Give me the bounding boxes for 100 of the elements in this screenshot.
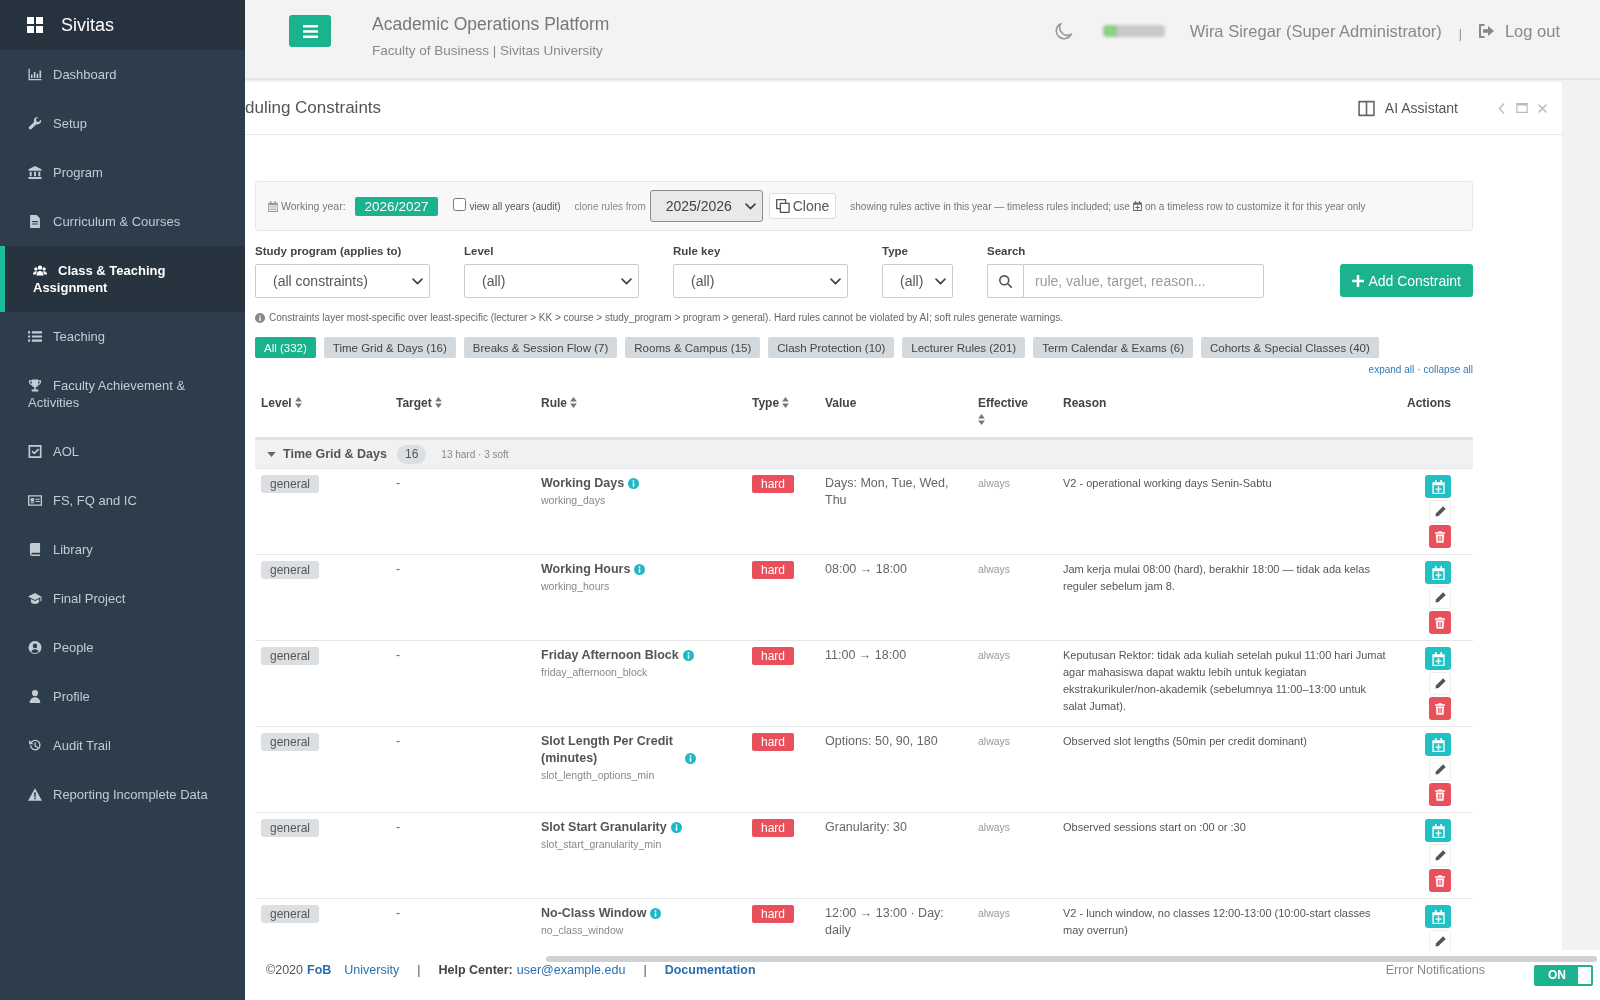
check-square-icon — [28, 445, 42, 458]
edit-button[interactable] — [1429, 930, 1451, 950]
warning-icon — [28, 788, 42, 801]
category-filter-tab[interactable]: Term Calendar & Exams (6) — [1033, 337, 1193, 358]
trash-icon — [1435, 530, 1445, 543]
rule-key: slot_length_options_min — [541, 768, 655, 783]
chevron-down-icon — [744, 202, 756, 210]
effective-text: always — [978, 648, 1011, 663]
calendar-plus-icon — [1132, 201, 1142, 211]
target-text: - — [396, 562, 401, 576]
target-text: - — [396, 476, 401, 490]
delete-button[interactable] — [1429, 783, 1451, 806]
type-tag: hard — [752, 905, 795, 923]
book-icon — [28, 543, 42, 556]
value-text: Options: 50, 90, 180 — [825, 733, 938, 750]
faculty-subtitle: Faculty of Business | Sivitas University — [372, 42, 604, 60]
edit-button[interactable] — [1429, 500, 1451, 523]
separator-text: · — [1417, 364, 1421, 375]
calendar-plus-icon — [1431, 651, 1445, 666]
search-field[interactable]: rule, value, target, reason... — [1023, 264, 1264, 298]
edit-button[interactable] — [1429, 586, 1451, 609]
sidebar-item[interactable]: Setup — [0, 99, 245, 148]
filter-label: Study program (applies to) — [255, 245, 403, 257]
type-tag: hard — [752, 561, 795, 579]
sidebar-item[interactable]: Final Project — [0, 574, 245, 623]
checkbox-label: view all years (audit) — [469, 200, 561, 212]
menu-button[interactable] — [289, 15, 331, 47]
sort-icon — [570, 397, 578, 408]
sidebar-item[interactable]: Reporting Incomplete Data — [0, 770, 245, 819]
pencil-icon — [1434, 678, 1446, 689]
category-filter-tab[interactable]: Clash Protection (10) — [768, 337, 895, 358]
sort-icon — [435, 397, 443, 408]
search-icon — [999, 274, 1012, 288]
edit-button[interactable] — [1429, 844, 1451, 867]
separator-text: | — [1458, 25, 1462, 41]
delete-button[interactable] — [1429, 611, 1451, 634]
users-icon — [33, 264, 47, 277]
delete-button[interactable] — [1429, 697, 1451, 720]
group-header-row[interactable]: Time Grid & Days 16 13 hard · 3 soft — [255, 438, 1473, 469]
sidebar-item[interactable]: Faculty Achievement & Activities — [0, 361, 245, 427]
delete-button[interactable] — [1429, 525, 1451, 548]
sidebar-item[interactable]: AOL — [0, 427, 245, 476]
ai-assistant-button[interactable]: AI Assistant — [1357, 99, 1458, 117]
rule-name: No-Class Window — [541, 905, 647, 922]
horizontal-scrollbar[interactable] — [546, 956, 1597, 962]
column-header[interactable]: Rule — [541, 396, 578, 410]
sidebar-item[interactable]: Class & Teaching Assignment — [0, 246, 245, 312]
filter-select[interactable]: (all) — [464, 264, 639, 298]
rule-key: friday_afternoon_block — [541, 665, 648, 680]
trash-icon — [1435, 616, 1445, 629]
checkbox[interactable] — [453, 197, 467, 211]
category-filter-tab[interactable]: Time Grid & Days (16) — [323, 337, 456, 358]
chevron-left-icon[interactable] — [1498, 102, 1505, 114]
working-year-tag: 2026/2027 — [354, 196, 439, 216]
edit-button[interactable] — [1429, 758, 1451, 781]
category-filter-tab[interactable]: Cohorts & Special Classes (40) — [1201, 337, 1379, 358]
sidebar-item[interactable]: Program — [0, 148, 245, 197]
filter-select[interactable]: (all constraints) — [255, 264, 430, 298]
year-select[interactable]: 2025/2026 — [649, 190, 763, 222]
column-header[interactable]: Level — [261, 396, 303, 410]
sidebar-item[interactable]: People — [0, 623, 245, 672]
maximize-icon[interactable] — [1516, 103, 1528, 113]
level-tag: general — [261, 905, 320, 923]
chevron-down-icon — [830, 277, 841, 285]
sort-icon — [295, 397, 303, 408]
type-tag: hard — [752, 475, 795, 493]
rule-key: working_days — [541, 493, 606, 508]
category-filter-tab[interactable]: Lecturer Rules (201) — [902, 337, 1026, 358]
sidebar-item[interactable]: FS, FQ and IC — [0, 476, 245, 525]
category-filter-tab[interactable]: Breaks & Session Flow (7) — [463, 337, 618, 358]
clone-button[interactable]: Clone — [768, 193, 837, 219]
filter-label: Level — [464, 245, 495, 257]
close-icon[interactable] — [1538, 103, 1547, 113]
sidebar-item[interactable]: Curriculum & Courses — [0, 197, 245, 246]
university-link[interactable]: University — [344, 963, 400, 977]
delete-button[interactable] — [1429, 869, 1451, 892]
edit-button[interactable] — [1429, 672, 1451, 695]
brand-link[interactable]: FoB — [307, 963, 332, 977]
column-header[interactable]: Target — [396, 396, 443, 410]
sidebar-item[interactable]: Profile — [0, 672, 245, 721]
filter-select[interactable]: (all) — [882, 264, 953, 298]
type-tag: hard — [752, 647, 795, 665]
expand-all-link[interactable]: expand all — [1368, 364, 1415, 375]
moon-icon[interactable] — [1054, 22, 1073, 40]
column-header: Value — [825, 396, 857, 410]
collapse-all-link[interactable]: collapse all — [1423, 364, 1473, 375]
sidebar-item[interactable]: Library — [0, 525, 245, 574]
filter-select[interactable]: (all) — [673, 264, 848, 298]
target-text: - — [396, 820, 401, 834]
sidebar-item[interactable]: Audit Trail — [0, 721, 245, 770]
email-link[interactable]: user@example.edu — [516, 963, 626, 977]
documentation-link[interactable]: Documentation — [664, 963, 756, 977]
sidebar-item[interactable]: Teaching — [0, 312, 245, 361]
working-year-label: Working year: — [281, 200, 346, 212]
column-header[interactable]: Type — [752, 396, 790, 410]
file-icon — [28, 215, 42, 228]
search-button[interactable] — [987, 264, 1023, 298]
sidebar-item[interactable]: Dashboard — [0, 50, 245, 99]
category-filter-tab[interactable]: Rooms & Campus (15) — [625, 337, 761, 358]
column-header[interactable]: Effective — [978, 396, 1029, 427]
